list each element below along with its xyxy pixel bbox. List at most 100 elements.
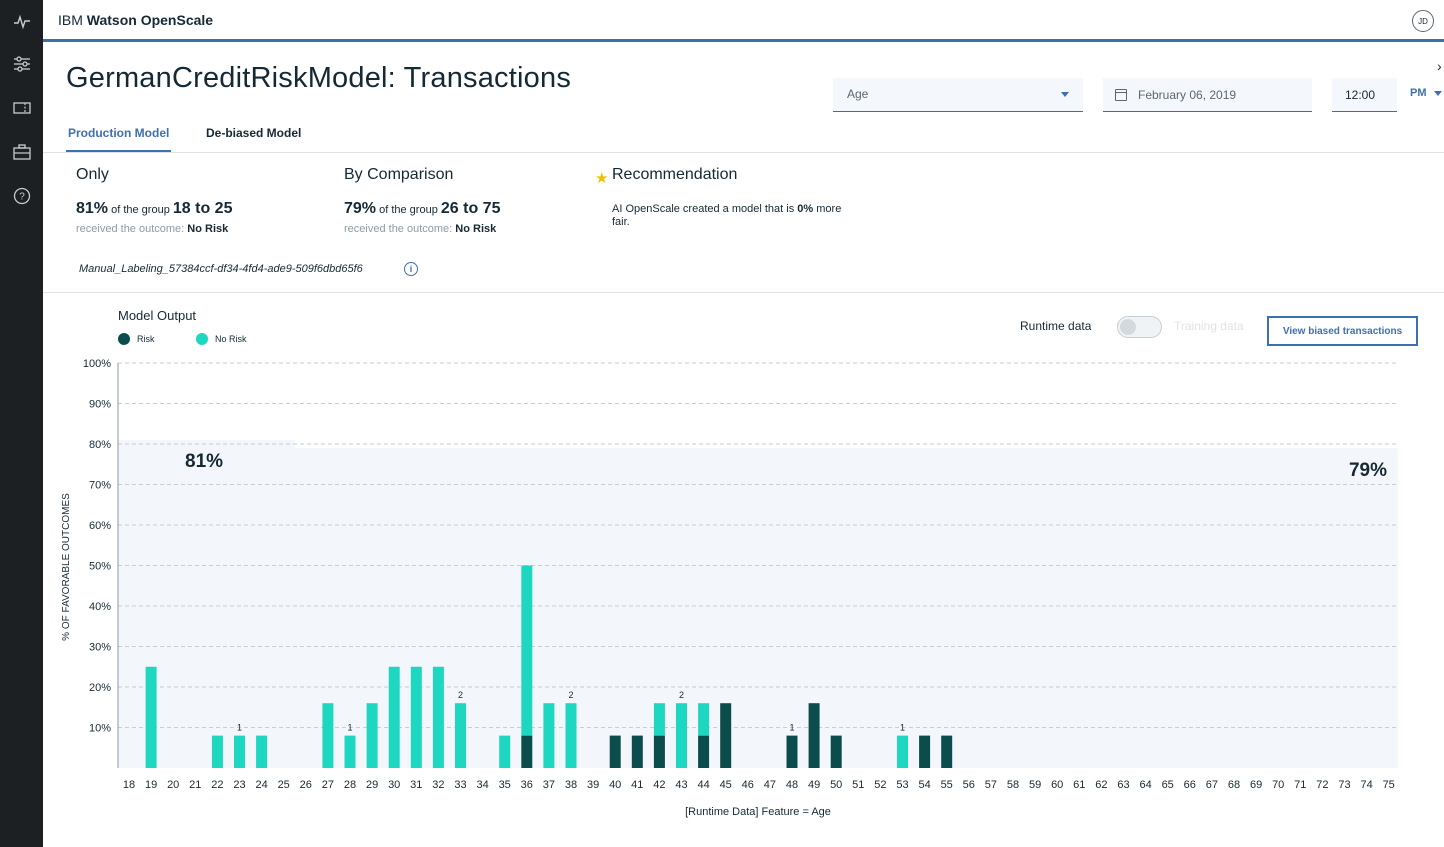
bar-no-risk xyxy=(543,703,555,768)
bar-count-label: 1 xyxy=(789,723,794,733)
x-tick-label: 30 xyxy=(388,779,400,791)
comparison-subtext: received the outcome: No Risk xyxy=(344,223,496,235)
x-tick-label: 23 xyxy=(233,779,245,791)
x-tick-label: 66 xyxy=(1184,779,1196,791)
x-tick-label: 73 xyxy=(1338,779,1350,791)
page-title: GermanCreditRiskModel: Transactions xyxy=(66,62,572,94)
y-tick-label: 80% xyxy=(89,439,111,451)
data-source-toggle[interactable] xyxy=(1117,316,1162,338)
legend-title: Model Output xyxy=(118,308,197,323)
bar-no-risk xyxy=(366,703,378,768)
bar-no-risk xyxy=(234,735,245,768)
bar-no-risk xyxy=(432,666,444,768)
time-input[interactable]: 12:00 xyxy=(1332,78,1397,112)
group-band xyxy=(118,439,295,768)
ticket-icon[interactable] xyxy=(12,98,32,118)
ampm-value: PM xyxy=(1410,87,1427,99)
date-picker[interactable]: February 06, 2019 xyxy=(1103,78,1312,112)
x-tick-label: 43 xyxy=(675,779,687,791)
tab-debiased-model[interactable]: De-biased Model xyxy=(206,126,301,152)
bar-no-risk xyxy=(388,666,400,768)
y-tick-label: 20% xyxy=(89,682,111,694)
recommendation-heading: Recommendation xyxy=(612,166,738,183)
x-tick-label: 27 xyxy=(322,779,334,791)
y-tick-label: 50% xyxy=(89,561,111,573)
chevron-right-icon[interactable]: › xyxy=(1437,58,1442,74)
x-tick-label: 24 xyxy=(255,779,267,791)
x-tick-label: 60 xyxy=(1051,779,1063,791)
activity-icon[interactable] xyxy=(12,12,32,32)
time-value: 12:00 xyxy=(1345,88,1376,102)
product-brand[interactable]: IBM Watson OpenScale xyxy=(58,12,213,28)
bar-no-risk xyxy=(676,703,687,768)
comparison-pct: 79% xyxy=(344,200,377,217)
x-axis-title: [Runtime Data] Feature = Age xyxy=(685,806,831,818)
x-tick-label: 31 xyxy=(410,779,422,791)
x-tick-label: 64 xyxy=(1139,779,1151,791)
bar-risk xyxy=(521,735,533,768)
view-biased-transactions-button[interactable]: View biased transactions xyxy=(1267,316,1418,346)
bar-count-label: 2 xyxy=(679,690,684,700)
recommendation-text: AI OpenScale created a model that is 0% … xyxy=(612,203,842,229)
x-tick-label: 57 xyxy=(985,779,997,791)
x-tick-label: 68 xyxy=(1228,779,1240,791)
bar-risk xyxy=(919,735,931,768)
rec-pct: 0% xyxy=(797,203,814,215)
toggle-knob xyxy=(1120,319,1136,335)
x-tick-label: 37 xyxy=(543,779,555,791)
x-tick-label: 63 xyxy=(1117,779,1129,791)
x-tick-label: 41 xyxy=(631,779,643,791)
x-tick-label: 39 xyxy=(587,779,599,791)
y-tick-label: 30% xyxy=(89,642,111,654)
comparison-heading: By Comparison xyxy=(344,166,454,183)
x-tick-label: 38 xyxy=(565,779,577,791)
bar-no-risk xyxy=(521,565,533,736)
feature-dropdown[interactable]: Age xyxy=(833,78,1083,112)
bar-count-label: 2 xyxy=(568,690,573,700)
x-tick-label: 75 xyxy=(1383,779,1395,791)
ampm-select[interactable]: PM xyxy=(1410,87,1442,99)
y-axis-title: % OF FAVORABLE OUTCOMES xyxy=(61,493,72,641)
caret-down-icon xyxy=(1061,92,1069,97)
only-subtext: received the outcome: No Risk xyxy=(76,223,228,235)
x-tick-label: 29 xyxy=(366,779,378,791)
group-pct-label: 79% xyxy=(1349,460,1387,481)
bar-no-risk xyxy=(455,703,466,768)
comparison-group: 26 to 75 xyxy=(440,200,501,217)
briefcase-icon[interactable] xyxy=(12,142,32,162)
feature-dropdown-value: Age xyxy=(847,87,869,101)
sliders-icon[interactable] xyxy=(12,54,32,74)
help-icon[interactable]: ? xyxy=(12,186,32,206)
x-tick-label: 44 xyxy=(697,779,709,791)
section-divider xyxy=(43,292,1444,293)
bar-count-label: 2 xyxy=(458,690,463,700)
x-tick-label: 71 xyxy=(1294,779,1306,791)
bar-no-risk xyxy=(256,735,268,768)
legend-label-risk: Risk xyxy=(137,334,155,344)
tab-production-model[interactable]: Production Model xyxy=(66,126,172,152)
bar-no-risk xyxy=(565,703,577,768)
x-tick-label: 20 xyxy=(167,779,179,791)
bar-no-risk xyxy=(698,703,710,736)
y-tick-label: 90% xyxy=(89,399,111,411)
x-tick-label: 65 xyxy=(1162,779,1174,791)
bar-risk xyxy=(830,735,842,768)
x-tick-label: 59 xyxy=(1029,779,1041,791)
caret-down-icon xyxy=(1433,90,1442,96)
x-tick-label: 70 xyxy=(1272,779,1284,791)
x-tick-label: 32 xyxy=(432,779,444,791)
legend-item-risk: Risk xyxy=(118,333,155,345)
x-tick-label: 40 xyxy=(609,779,621,791)
x-tick-label: 45 xyxy=(720,779,732,791)
star-icon: ★ xyxy=(595,170,609,187)
left-nav-rail: ? xyxy=(0,0,43,847)
risk-swatch xyxy=(118,333,130,345)
x-tick-label: 55 xyxy=(941,779,953,791)
x-tick-label: 54 xyxy=(918,779,930,791)
x-tick-label: 34 xyxy=(476,779,488,791)
training-data-label: Training data xyxy=(1174,319,1244,333)
user-avatar[interactable]: JD xyxy=(1412,10,1434,32)
x-tick-label: 62 xyxy=(1095,779,1107,791)
info-icon[interactable]: i xyxy=(404,262,418,276)
legend-item-no-risk: No Risk xyxy=(196,333,247,345)
